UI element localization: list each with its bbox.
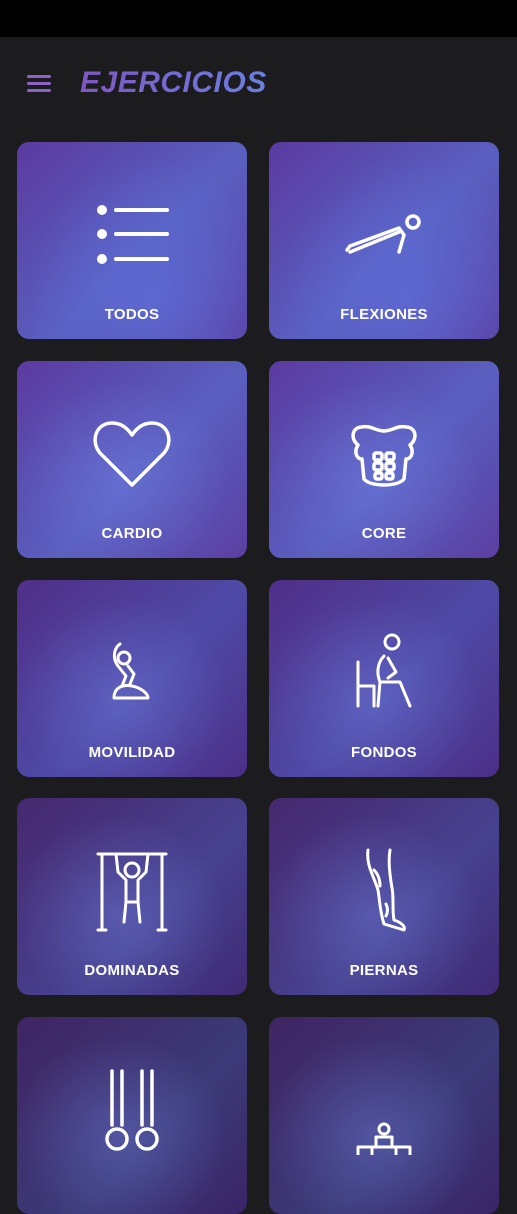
- rings-icon: [92, 1065, 172, 1155]
- category-label: FONDOS: [351, 744, 417, 761]
- pushup-icon: [344, 190, 424, 280]
- category-label: MOVILIDAD: [88, 744, 176, 761]
- category-card-cardio[interactable]: CARDIO: [17, 361, 247, 558]
- category-card-flexiones[interactable]: FLEXIONES: [269, 142, 499, 339]
- category-label: DOMINADAS: [84, 962, 180, 979]
- menu-button[interactable]: [22, 69, 56, 97]
- abs-icon: [344, 409, 424, 499]
- pullup-icon: [92, 846, 172, 936]
- category-label: FLEXIONES: [340, 306, 428, 323]
- dips-icon: [344, 628, 424, 718]
- category-card-anillas[interactable]: [17, 1017, 247, 1214]
- stretch-icon: [92, 628, 172, 718]
- category-card-banco[interactable]: [269, 1017, 499, 1214]
- category-card-dominadas[interactable]: DOMINADAS: [17, 798, 247, 995]
- category-card-movilidad[interactable]: MOVILIDAD: [17, 580, 247, 777]
- leg-icon: [344, 846, 424, 936]
- category-label: PIERNAS: [349, 962, 419, 979]
- category-card-todos[interactable]: TODOS: [17, 142, 247, 339]
- category-card-core[interactable]: CORE: [269, 361, 499, 558]
- category-label: CORE: [361, 525, 407, 542]
- app-header: EJERCICIOS: [0, 37, 517, 132]
- page-title: EJERCICIOS: [80, 63, 267, 103]
- category-label: CARDIO: [101, 525, 163, 542]
- category-card-piernas[interactable]: PIERNAS: [269, 798, 499, 995]
- bench-icon: [344, 1065, 424, 1167]
- category-card-fondos[interactable]: FONDOS: [269, 580, 499, 777]
- category-label: TODOS: [104, 306, 160, 323]
- heart-icon: [92, 409, 172, 499]
- status-bar: [0, 0, 517, 37]
- list-icon: [92, 190, 172, 280]
